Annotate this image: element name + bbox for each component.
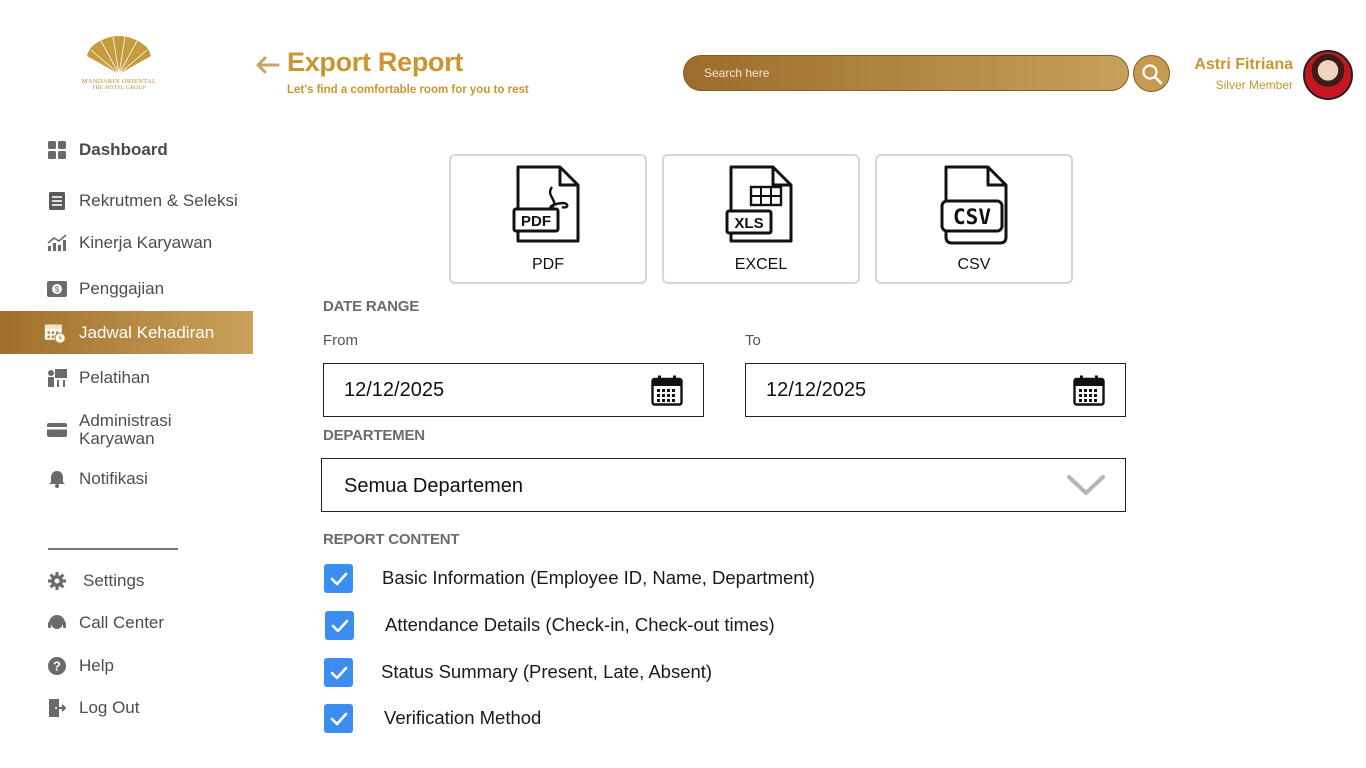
checkbox[interactable] — [325, 611, 354, 640]
format-card-pdf[interactable]: PDF PDF — [449, 154, 647, 284]
sidebar-item-label: Call Center — [79, 613, 165, 632]
sidebar-item-help[interactable]: ? Help — [0, 645, 253, 687]
payroll-icon: $ — [46, 278, 68, 300]
sidebar-item-pelatihan[interactable]: Pelatihan — [0, 357, 253, 399]
from-date-field[interactable] — [323, 363, 704, 417]
format-label: CSV — [957, 256, 991, 273]
checkmark-icon — [330, 666, 347, 679]
page-title: Export Report — [287, 47, 464, 77]
dashboard-grid-icon — [46, 139, 68, 161]
to-date-input[interactable] — [746, 364, 1125, 416]
page-subtitle: Let's find a comfortable room for you to… — [287, 84, 529, 96]
sidebar-item-label: Kinerja Karyawan — [79, 233, 213, 252]
back-arrow-icon[interactable] — [254, 53, 280, 77]
sidebar-item-label: Notifikasi — [79, 469, 148, 488]
sidebar-item-settings[interactable]: Settings — [0, 560, 253, 602]
svg-text:?: ? — [53, 659, 61, 674]
checkbox-label: Attendance Details (Check-in, Check-out … — [385, 614, 775, 635]
sidebar-item-label: Jadwal Kehadiran — [79, 322, 215, 342]
checkmark-icon — [330, 572, 347, 585]
svg-text:PDF: PDF — [521, 213, 551, 230]
sidebar-item-dashboard[interactable]: Dashboard — [0, 129, 253, 171]
checkbox-label: Status Summary (Present, Late, Absent) — [381, 661, 713, 682]
report-option-status-summary[interactable]: Status Summary (Present, Late, Absent) — [324, 658, 1024, 688]
sidebar-item-penggajian[interactable]: $ Penggajian — [0, 268, 253, 310]
xls-file-icon: XLS — [725, 165, 793, 243]
calendar-clock-icon — [44, 322, 66, 344]
format-card-excel[interactable]: XLS EXCEL — [662, 154, 860, 284]
checkbox-label: Verification Method — [384, 707, 542, 728]
from-label: From — [323, 332, 358, 349]
sidebar-item-kinerja[interactable]: Kinerja Karyawan — [0, 222, 253, 264]
date-range-heading: DATE RANGE — [323, 298, 420, 315]
logout-icon — [46, 697, 68, 719]
sidebar-item-log-out[interactable]: Log Out — [0, 687, 253, 729]
sidebar-divider — [48, 548, 178, 550]
calendar-icon[interactable] — [651, 375, 683, 406]
sidebar-item-label: Rekrutmen & Seleksi — [79, 191, 238, 210]
brand-tagline: THE HOTEL GROUP — [91, 85, 147, 91]
department-selected-value: Semua Departemen — [344, 475, 523, 497]
headset-icon — [46, 612, 68, 634]
report-option-basic-info[interactable]: Basic Information (Employee ID, Name, De… — [324, 564, 1024, 594]
format-card-csv[interactable]: CSV CSV — [875, 154, 1073, 284]
report-option-attendance-details[interactable]: Attendance Details (Check-in, Check-out … — [324, 611, 1024, 641]
format-label: PDF — [532, 256, 564, 273]
calendar-icon[interactable] — [1073, 375, 1105, 406]
sidebar-item-label: Settings — [83, 571, 145, 590]
document-list-icon — [46, 190, 68, 212]
search-bar[interactable] — [683, 55, 1129, 91]
sidebar-item-label: Help — [79, 656, 114, 675]
csv-file-icon: CSV — [940, 165, 1008, 245]
chevron-down-icon — [1067, 475, 1105, 495]
pdf-file-icon: PDF — [512, 165, 580, 243]
sidebar-item-label: Dashboard — [79, 140, 168, 159]
checkbox-label: Basic Information (Employee ID, Name, De… — [382, 567, 815, 588]
chart-trend-icon — [46, 232, 68, 254]
bell-icon — [46, 468, 68, 490]
sidebar-item-label: Penggajian — [79, 279, 165, 298]
department-select[interactable]: Semua Departemen — [321, 458, 1126, 512]
report-content-heading: REPORT CONTENT — [323, 531, 460, 548]
to-date-field[interactable] — [745, 363, 1126, 417]
department-heading: DEPARTEMEN — [323, 427, 425, 444]
help-icon: ? — [46, 655, 68, 677]
brand-name: MANDARIN ORIENTAL — [81, 78, 157, 85]
sidebar-item-notifikasi[interactable]: Notifikasi — [0, 458, 253, 500]
training-icon — [46, 367, 68, 389]
user-membership: Silver Member — [1215, 78, 1293, 92]
svg-text:$: $ — [55, 285, 60, 294]
gear-icon — [46, 570, 68, 592]
sidebar-item-jadwal-kehadiran[interactable]: Jadwal Kehadiran — [0, 311, 253, 354]
sidebar-item-label: Log Out — [79, 698, 140, 717]
sidebar-item-call-center[interactable]: Call Center — [0, 602, 253, 644]
brand-logo: MANDARIN ORIENTAL THE HOTEL GROUP — [72, 34, 166, 91]
sidebar-item-label: Pelatihan — [79, 368, 150, 387]
sidebar-item-label: Administrasi Karyawan — [79, 411, 172, 448]
avatar[interactable] — [1303, 50, 1353, 100]
id-card-icon — [46, 419, 68, 441]
search-input[interactable] — [684, 56, 1128, 90]
checkmark-icon — [330, 712, 347, 725]
checkbox[interactable] — [324, 704, 353, 733]
svg-text:CSV: CSV — [953, 205, 991, 229]
sidebar-item-rekrutmen[interactable]: Rekrutmen & Seleksi — [0, 180, 253, 222]
to-label: To — [745, 332, 761, 349]
sidebar-item-administrasi[interactable]: Administrasi Karyawan — [0, 409, 253, 451]
from-date-input[interactable] — [324, 364, 703, 416]
search-icon — [1141, 63, 1162, 84]
search-button[interactable] — [1133, 55, 1170, 92]
fan-logo-icon — [87, 36, 151, 75]
format-label: EXCEL — [734, 256, 788, 273]
checkmark-icon — [331, 619, 348, 632]
report-option-verification-method[interactable]: Verification Method — [324, 704, 1024, 734]
user-name: Astri Fitriana — [1194, 56, 1293, 73]
svg-text:XLS: XLS — [734, 215, 763, 232]
checkbox[interactable] — [324, 564, 353, 593]
checkbox[interactable] — [324, 658, 353, 687]
